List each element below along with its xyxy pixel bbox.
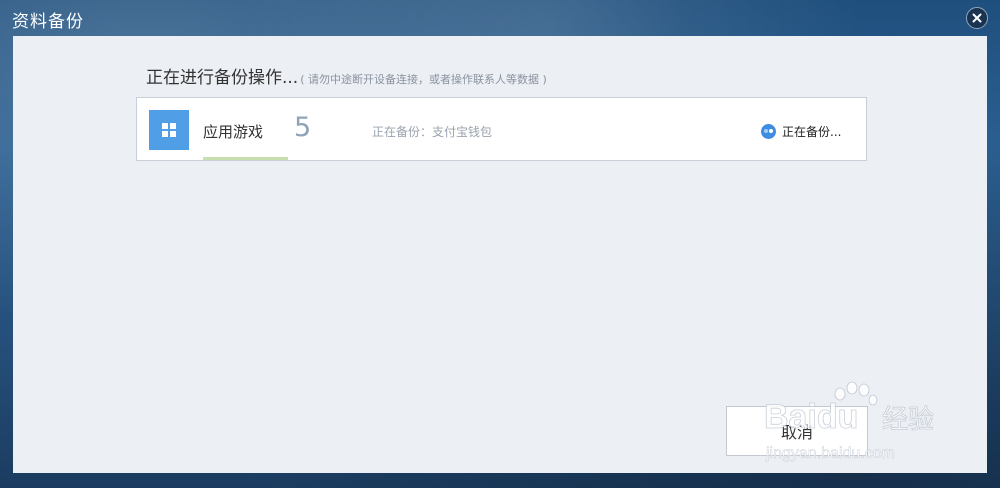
heading-text: 正在进行备份操作... [146,68,299,88]
close-icon [972,13,982,23]
backup-item-row: 应用游戏 5 正在备份：支付宝钱包 正在备份... [136,97,867,161]
dialog-panel: 正在进行备份操作...( 请勿中途断开设备连接，或者操作联系人等数据 ) 应用游… [13,36,987,473]
heading-note: ( 请勿中途断开设备连接，或者操作联系人等数据 ) [300,73,547,86]
progress-fill [203,157,288,160]
backup-status-text: 正在备份：支付宝钱包 [372,125,493,139]
category-label: 应用游戏 [203,123,264,141]
cancel-button[interactable]: 取消 [726,406,868,456]
page-heading: 正在进行备份操作...( 请勿中途断开设备连接，或者操作联系人等数据 ) [146,63,547,88]
backup-state-label: 正在备份... [782,125,842,139]
item-count: 5 [294,112,312,143]
progress-bar [203,157,453,160]
close-button[interactable] [966,7,988,29]
backup-state: 正在备份... [761,123,841,140]
spinner-icon [761,124,776,139]
apps-grid-icon [149,110,189,150]
window-title: 资料备份 [12,12,84,32]
